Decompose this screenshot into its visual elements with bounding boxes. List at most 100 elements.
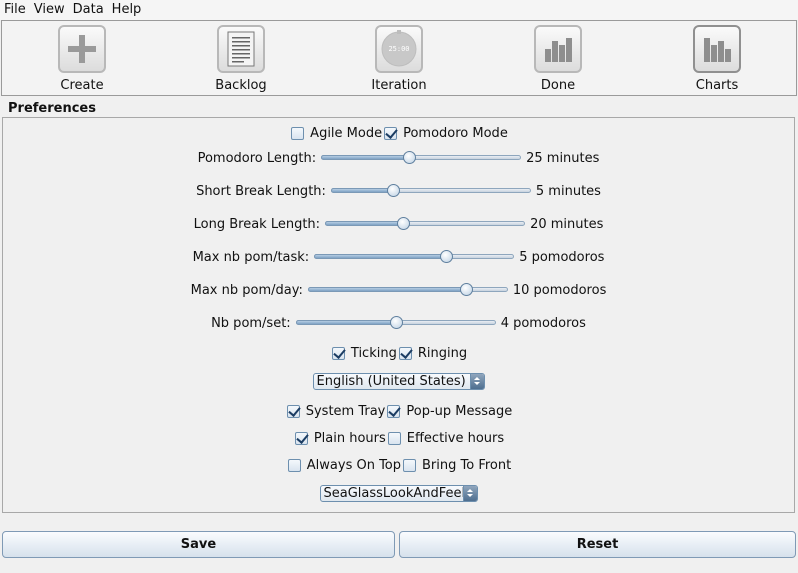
backlog-button[interactable]: Backlog: [196, 25, 286, 95]
effective-hours-checkbox[interactable]: Effective hours: [386, 431, 504, 446]
slider-fill: [307, 287, 466, 292]
slider-knob[interactable]: [403, 151, 417, 164]
iteration-label: Iteration: [371, 78, 427, 93]
ticking-box[interactable]: [331, 346, 345, 360]
pom-set-slider[interactable]: [295, 315, 496, 331]
ringing-checkbox[interactable]: Ringing: [397, 346, 467, 361]
popup-message-label: Pop-up Message: [406, 403, 513, 419]
short-break-value: 5 minutes: [535, 183, 601, 199]
done-button[interactable]: Done: [513, 25, 603, 95]
max-pom-day-row: Max nb pom/day: 10 pomodoros: [3, 279, 794, 301]
charts-button[interactable]: Charts: [672, 25, 762, 95]
look-and-feel-value: SeaGlassLookAndFeel: [323, 485, 466, 501]
max-pom-task-row: Max nb pom/task: 5 pomodoros: [3, 246, 794, 268]
sound-row: Ticking Ringing: [3, 342, 794, 364]
plain-hours-box[interactable]: [294, 431, 308, 445]
slider-knob[interactable]: [397, 217, 411, 230]
popup-message-box[interactable]: [387, 404, 401, 418]
always-on-top-checkbox[interactable]: Always On Top: [286, 458, 401, 473]
save-button[interactable]: Save: [2, 531, 395, 558]
pomodoro-length-label: Pomodoro Length:: [197, 150, 317, 166]
pomodoro-length-slider[interactable]: [321, 150, 522, 166]
ringing-box[interactable]: [398, 346, 412, 360]
hours-row: Plain hours Effective hours: [3, 427, 794, 449]
charts-label: Charts: [695, 78, 739, 93]
slider-knob[interactable]: [389, 316, 403, 329]
slider-fill: [325, 221, 404, 226]
short-break-label: Short Break Length:: [196, 183, 326, 199]
timer-icon: 25:00: [375, 25, 423, 73]
menu-data[interactable]: Data: [69, 0, 108, 20]
ringing-label: Ringing: [417, 345, 468, 361]
pom-set-label: Nb pom/set:: [211, 315, 291, 331]
menu-bar: File View Data Help: [0, 0, 798, 20]
agile-mode-checkbox[interactable]: Agile Mode: [289, 126, 382, 141]
iteration-button[interactable]: 25:00 Iteration: [354, 25, 444, 95]
language-select[interactable]: English (United States): [312, 372, 485, 390]
language-row: English (United States): [3, 370, 794, 392]
max-pom-task-value: 5 pomodoros: [519, 249, 605, 265]
create-button[interactable]: Create: [37, 25, 127, 95]
plus-icon: [58, 25, 106, 73]
slider-fill: [314, 254, 447, 259]
max-pom-day-label: Max nb pom/day:: [190, 282, 303, 298]
main-toolbar: Create Backlog 25:00 Iteration Done Char…: [1, 20, 797, 96]
spinner-arrows-icon[interactable]: [469, 373, 484, 389]
max-pom-task-slider[interactable]: [314, 249, 515, 265]
timer-clock-text: 25:00: [388, 45, 410, 53]
pomodoro-mode-box[interactable]: [384, 126, 398, 140]
backlog-label: Backlog: [215, 78, 267, 93]
look-and-feel-select[interactable]: SeaGlassLookAndFeel: [319, 484, 478, 502]
reset-button[interactable]: Reset: [399, 531, 796, 558]
done-label: Done: [540, 78, 576, 93]
create-label: Create: [60, 78, 104, 93]
ticking-label: Ticking: [350, 345, 397, 361]
bar-chart-icon: [534, 25, 582, 73]
max-pom-day-value: 10 pomodoros: [512, 282, 607, 298]
slider-knob[interactable]: [386, 184, 400, 197]
bring-to-front-box[interactable]: [403, 458, 417, 472]
short-break-row: Short Break Length: 5 minutes: [3, 180, 794, 202]
pom-set-value: 4 pomodoros: [500, 315, 586, 331]
pomodoro-length-value: 25 minutes: [526, 150, 600, 166]
long-break-slider[interactable]: [325, 216, 526, 232]
pomodoro-mode-label: Pomodoro Mode: [403, 125, 508, 141]
bring-to-front-label: Bring To Front: [422, 457, 512, 473]
slider-knob[interactable]: [440, 250, 454, 263]
language-value: English (United States): [316, 373, 466, 389]
system-tray-box[interactable]: [286, 404, 300, 418]
bring-to-front-checkbox[interactable]: Bring To Front: [401, 458, 511, 473]
menu-help[interactable]: Help: [108, 0, 146, 20]
agile-mode-box[interactable]: [291, 126, 305, 140]
plain-hours-checkbox[interactable]: Plain hours: [293, 431, 386, 446]
long-break-value: 20 minutes: [530, 216, 604, 232]
menu-view[interactable]: View: [30, 0, 69, 20]
notification-row: System Tray Pop-up Message: [3, 400, 794, 422]
system-tray-label: System Tray: [305, 403, 386, 419]
preferences-title: Preferences: [8, 101, 96, 116]
look-and-feel-row: SeaGlassLookAndFeel: [3, 482, 794, 504]
system-tray-checkbox[interactable]: System Tray: [285, 403, 386, 419]
mode-row: Agile Mode Pomodoro Mode: [3, 122, 794, 144]
pom-set-row: Nb pom/set: 4 pomodoros: [3, 312, 794, 334]
document-list-icon: [217, 25, 265, 73]
slider-fill: [321, 155, 410, 160]
max-pom-day-slider[interactable]: [307, 282, 508, 298]
long-break-label: Long Break Length:: [193, 216, 321, 232]
popup-message-checkbox[interactable]: Pop-up Message: [385, 404, 512, 419]
long-break-row: Long Break Length: 20 minutes: [3, 213, 794, 235]
always-on-top-label: Always On Top: [306, 457, 402, 473]
effective-hours-box[interactable]: [387, 431, 401, 445]
preferences-panel: Agile Mode Pomodoro Mode Pomodoro Length…: [2, 117, 795, 513]
ticking-checkbox[interactable]: Ticking: [330, 346, 397, 361]
window-row: Always On Top Bring To Front: [3, 454, 794, 476]
short-break-slider[interactable]: [330, 183, 531, 199]
menu-file[interactable]: File: [0, 0, 30, 20]
agile-mode-label: Agile Mode: [310, 125, 383, 141]
max-pom-task-label: Max nb pom/task:: [192, 249, 310, 265]
pomodoro-mode-checkbox[interactable]: Pomodoro Mode: [382, 126, 508, 141]
plain-hours-label: Plain hours: [313, 430, 386, 446]
spinner-arrows-icon[interactable]: [462, 485, 477, 501]
slider-knob[interactable]: [459, 283, 473, 296]
always-on-top-box[interactable]: [287, 458, 301, 472]
